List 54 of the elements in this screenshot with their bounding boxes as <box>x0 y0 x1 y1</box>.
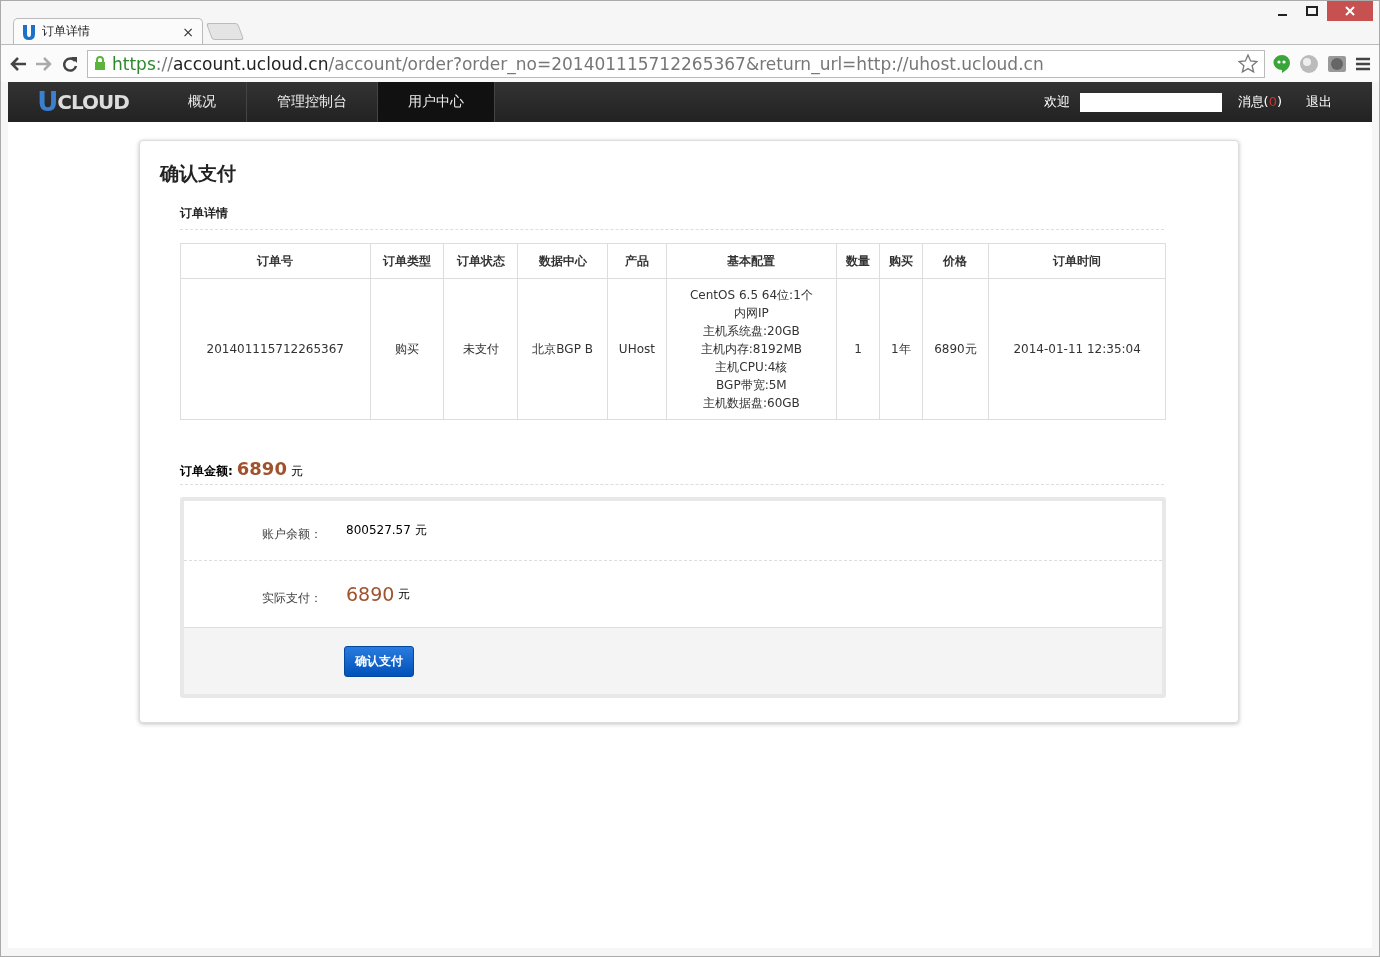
section-title: 订单详情 <box>180 205 1164 230</box>
table-cell: UHost <box>607 278 667 420</box>
confirm-payment-button[interactable]: 确认支付 <box>344 645 414 677</box>
column-header: 数量 <box>836 243 880 279</box>
pay-label: 实际支付： <box>261 589 322 607</box>
extension-icon[interactable] <box>1327 53 1347 74</box>
star-icon[interactable] <box>1238 53 1258 74</box>
minimize-icon <box>1277 14 1287 16</box>
column-header: 价格 <box>922 243 989 279</box>
column-header: 订单时间 <box>988 243 1166 279</box>
table-cell: 1 <box>836 278 880 420</box>
close-icon <box>1345 6 1355 16</box>
table-cell: 6890元 <box>922 278 989 420</box>
logout-link[interactable]: 退出 <box>1306 93 1332 111</box>
site-icon <box>22 23 36 40</box>
table-cell: 未支付 <box>443 278 518 420</box>
back-icon[interactable] <box>9 55 27 72</box>
column-header: 基本配置 <box>666 243 837 279</box>
nav-item[interactable]: 用户中心 <box>378 82 495 122</box>
reload-icon[interactable] <box>61 54 79 73</box>
maximize-icon <box>1306 6 1318 16</box>
table-cell: 北京BGP B <box>517 278 608 420</box>
balance-value: 800527.57 元 <box>346 522 427 539</box>
table-cell: CentOS 6.5 64位:1个 内网IP 主机系统盘:20GB 主机内存:8192MB 主机CPU:4核 BGP带宽:5M 主机数据盘:60GB <box>666 278 837 420</box>
balance-label: 账户余额： <box>261 526 322 543</box>
table-cell: 1年 <box>879 278 923 420</box>
column-header: 订单状态 <box>443 243 518 279</box>
total-amount: 6890 <box>236 458 287 479</box>
close-button[interactable] <box>1327 1 1373 21</box>
column-header: 购买 <box>879 243 923 279</box>
column-header: 订单号 <box>180 243 371 279</box>
table-cell: 购买 <box>370 278 444 420</box>
pay-unit: 元 <box>398 585 411 603</box>
total-label: 订单金额: <box>180 463 233 480</box>
table-cell: 201401115712265367 <box>180 278 371 420</box>
messages-link[interactable]: 消息(0) <box>1237 93 1282 111</box>
speech-bubble-icon[interactable] <box>1273 53 1291 74</box>
url-text: https://account.ucloud.cn/account/order?order_no=201401115712265367&return_url=http://uhost.ucloud.cn <box>112 53 1045 74</box>
menu-icon[interactable] <box>1355 56 1371 71</box>
lock-icon <box>94 56 106 71</box>
total-unit: 元 <box>290 463 303 480</box>
username-field[interactable] <box>1079 92 1222 112</box>
column-header: 订单类型 <box>370 243 444 279</box>
tab-title: 订单详情 <box>42 23 91 40</box>
browser-tab[interactable]: 订单详情 × <box>13 18 203 44</box>
address-bar[interactable]: https://account.ucloud.cn/account/order?order_no=201401115712265367&return_url=http://uhost.ucloud.cn <box>87 49 1265 78</box>
page-title: 确认支付 <box>160 161 237 186</box>
welcome-text: 欢迎 <box>1043 93 1070 111</box>
column-header: 数据中心 <box>517 243 608 279</box>
table-cell: 2014-01-11 12:35:04 <box>988 278 1166 420</box>
pay-amount: 6890 <box>346 583 395 605</box>
tab-close-button[interactable]: × <box>182 23 194 40</box>
column-header: 产品 <box>607 243 667 279</box>
logo[interactable]: UCLOUD <box>8 82 158 122</box>
